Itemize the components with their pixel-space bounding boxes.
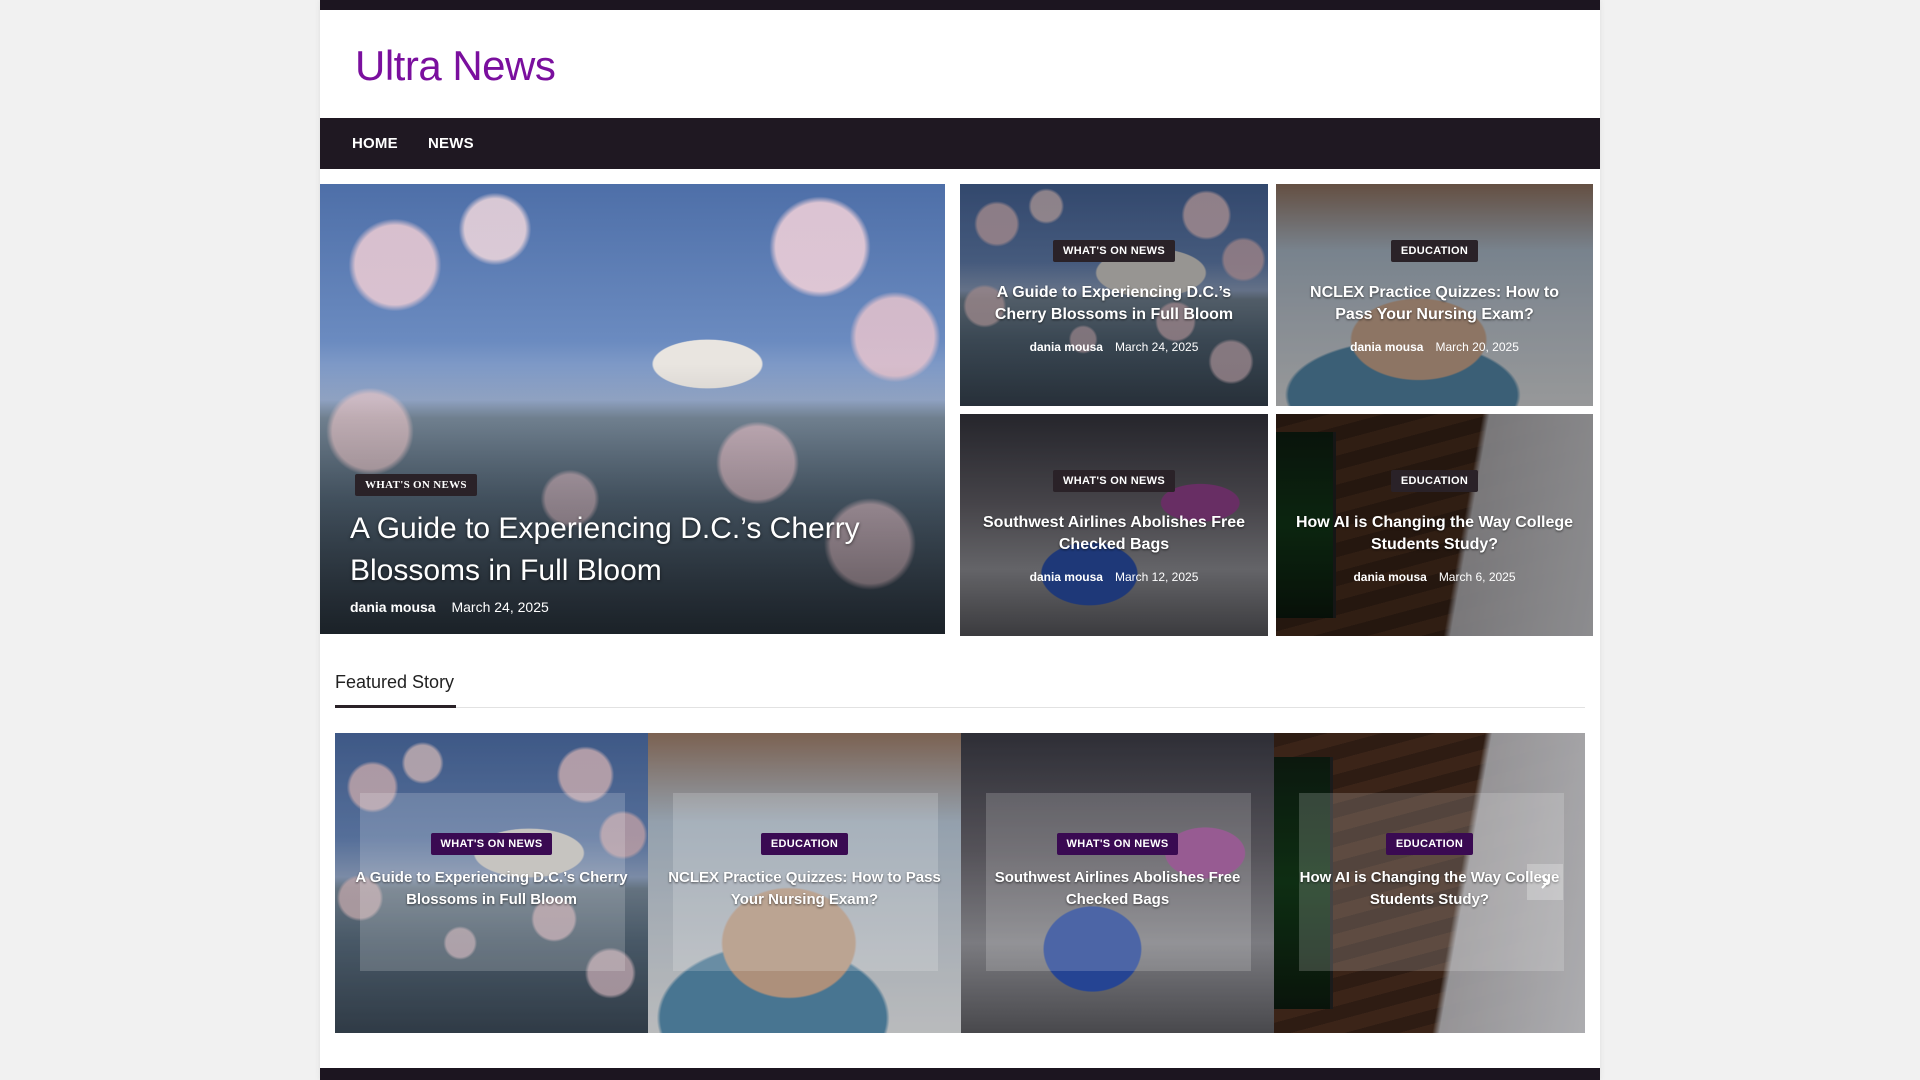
category-badge[interactable]: WHAT'S ON NEWS: [1056, 833, 1179, 855]
featured-section-header: Featured Story: [335, 672, 1585, 708]
featured-title[interactable]: Southwest Airlines Abolishes Free Checke…: [961, 867, 1274, 911]
card-author[interactable]: dania mousa: [1030, 570, 1103, 584]
card-title[interactable]: NCLEX Practice Quizzes: How to Pass Your…: [1276, 282, 1593, 326]
grid-card[interactable]: EDUCATION How AI is Changing the Way Col…: [1276, 414, 1593, 636]
card-title[interactable]: Southwest Airlines Abolishes Free Checke…: [960, 512, 1268, 556]
card-title[interactable]: How AI is Changing the Way College Stude…: [1276, 512, 1593, 556]
card-meta: dania mousa March 6, 2025: [1276, 570, 1593, 584]
hero-title[interactable]: A Guide to Experiencing D.C.’s Cherry Bl…: [350, 508, 910, 592]
featured-card[interactable]: WHAT'S ON NEWS Southwest Airlines Abolis…: [961, 733, 1274, 1033]
card-author[interactable]: dania mousa: [1350, 340, 1423, 354]
featured-card[interactable]: WHAT'S ON NEWS A Guide to Experiencing D…: [335, 733, 648, 1033]
hero-author[interactable]: dania mousa: [350, 599, 436, 615]
hero-meta: dania mousa March 24, 2025: [350, 599, 549, 615]
hero-date: March 24, 2025: [451, 599, 549, 615]
featured-heading: Featured Story: [335, 672, 457, 708]
card-meta: dania mousa March 20, 2025: [1276, 340, 1593, 354]
category-badge[interactable]: WHAT'S ON NEWS: [1053, 240, 1175, 262]
category-badge[interactable]: EDUCATION: [1390, 470, 1479, 492]
grid-card[interactable]: WHAT'S ON NEWS Southwest Airlines Abolis…: [960, 414, 1268, 636]
card-author[interactable]: dania mousa: [1030, 340, 1103, 354]
featured-card[interactable]: EDUCATION NCLEX Practice Quizzes: How to…: [648, 733, 961, 1033]
nav-item-news[interactable]: NEWS: [428, 118, 474, 169]
category-badge[interactable]: WHAT'S ON NEWS: [430, 833, 553, 855]
hero-card[interactable]: WHAT'S ON NEWS A Guide to Experiencing D…: [320, 184, 945, 634]
card-date: March 20, 2025: [1435, 340, 1519, 354]
category-badge[interactable]: WHAT'S ON NEWS: [1053, 470, 1175, 492]
category-badge[interactable]: EDUCATION: [760, 833, 849, 855]
top-bar: [320, 0, 1600, 10]
featured-title[interactable]: A Guide to Experiencing D.C.’s Cherry Bl…: [335, 867, 648, 911]
grid-card[interactable]: WHAT'S ON NEWS A Guide to Experiencing D…: [960, 184, 1268, 406]
page-wrapper: Ultra News HOME NEWS WHAT'S ON NEWS A Gu…: [320, 0, 1600, 1080]
card-date: March 24, 2025: [1114, 340, 1199, 354]
card-meta: dania mousa March 24, 2025: [960, 340, 1268, 354]
category-badge[interactable]: EDUCATION: [1390, 240, 1479, 262]
card-meta: dania mousa March 12, 2025: [960, 570, 1268, 584]
card-title[interactable]: A Guide to Experiencing D.C.’s Cherry Bl…: [960, 282, 1268, 326]
site-title[interactable]: Ultra News: [355, 42, 556, 90]
card-date: March 12, 2025: [1114, 570, 1199, 584]
main-nav: HOME NEWS: [320, 118, 1600, 169]
card-date: March 6, 2025: [1438, 570, 1516, 584]
chevron-right-icon[interactable]: [1527, 864, 1563, 900]
category-badge[interactable]: EDUCATION: [1385, 833, 1474, 855]
grid-card[interactable]: EDUCATION NCLEX Practice Quizzes: How to…: [1276, 184, 1593, 406]
hero-category-badge[interactable]: WHAT'S ON NEWS: [355, 474, 477, 496]
nav-item-home[interactable]: HOME: [352, 118, 398, 169]
card-author[interactable]: dania mousa: [1353, 570, 1426, 584]
footer-bar: [320, 1068, 1600, 1080]
featured-title[interactable]: NCLEX Practice Quizzes: How to Pass Your…: [648, 867, 961, 911]
